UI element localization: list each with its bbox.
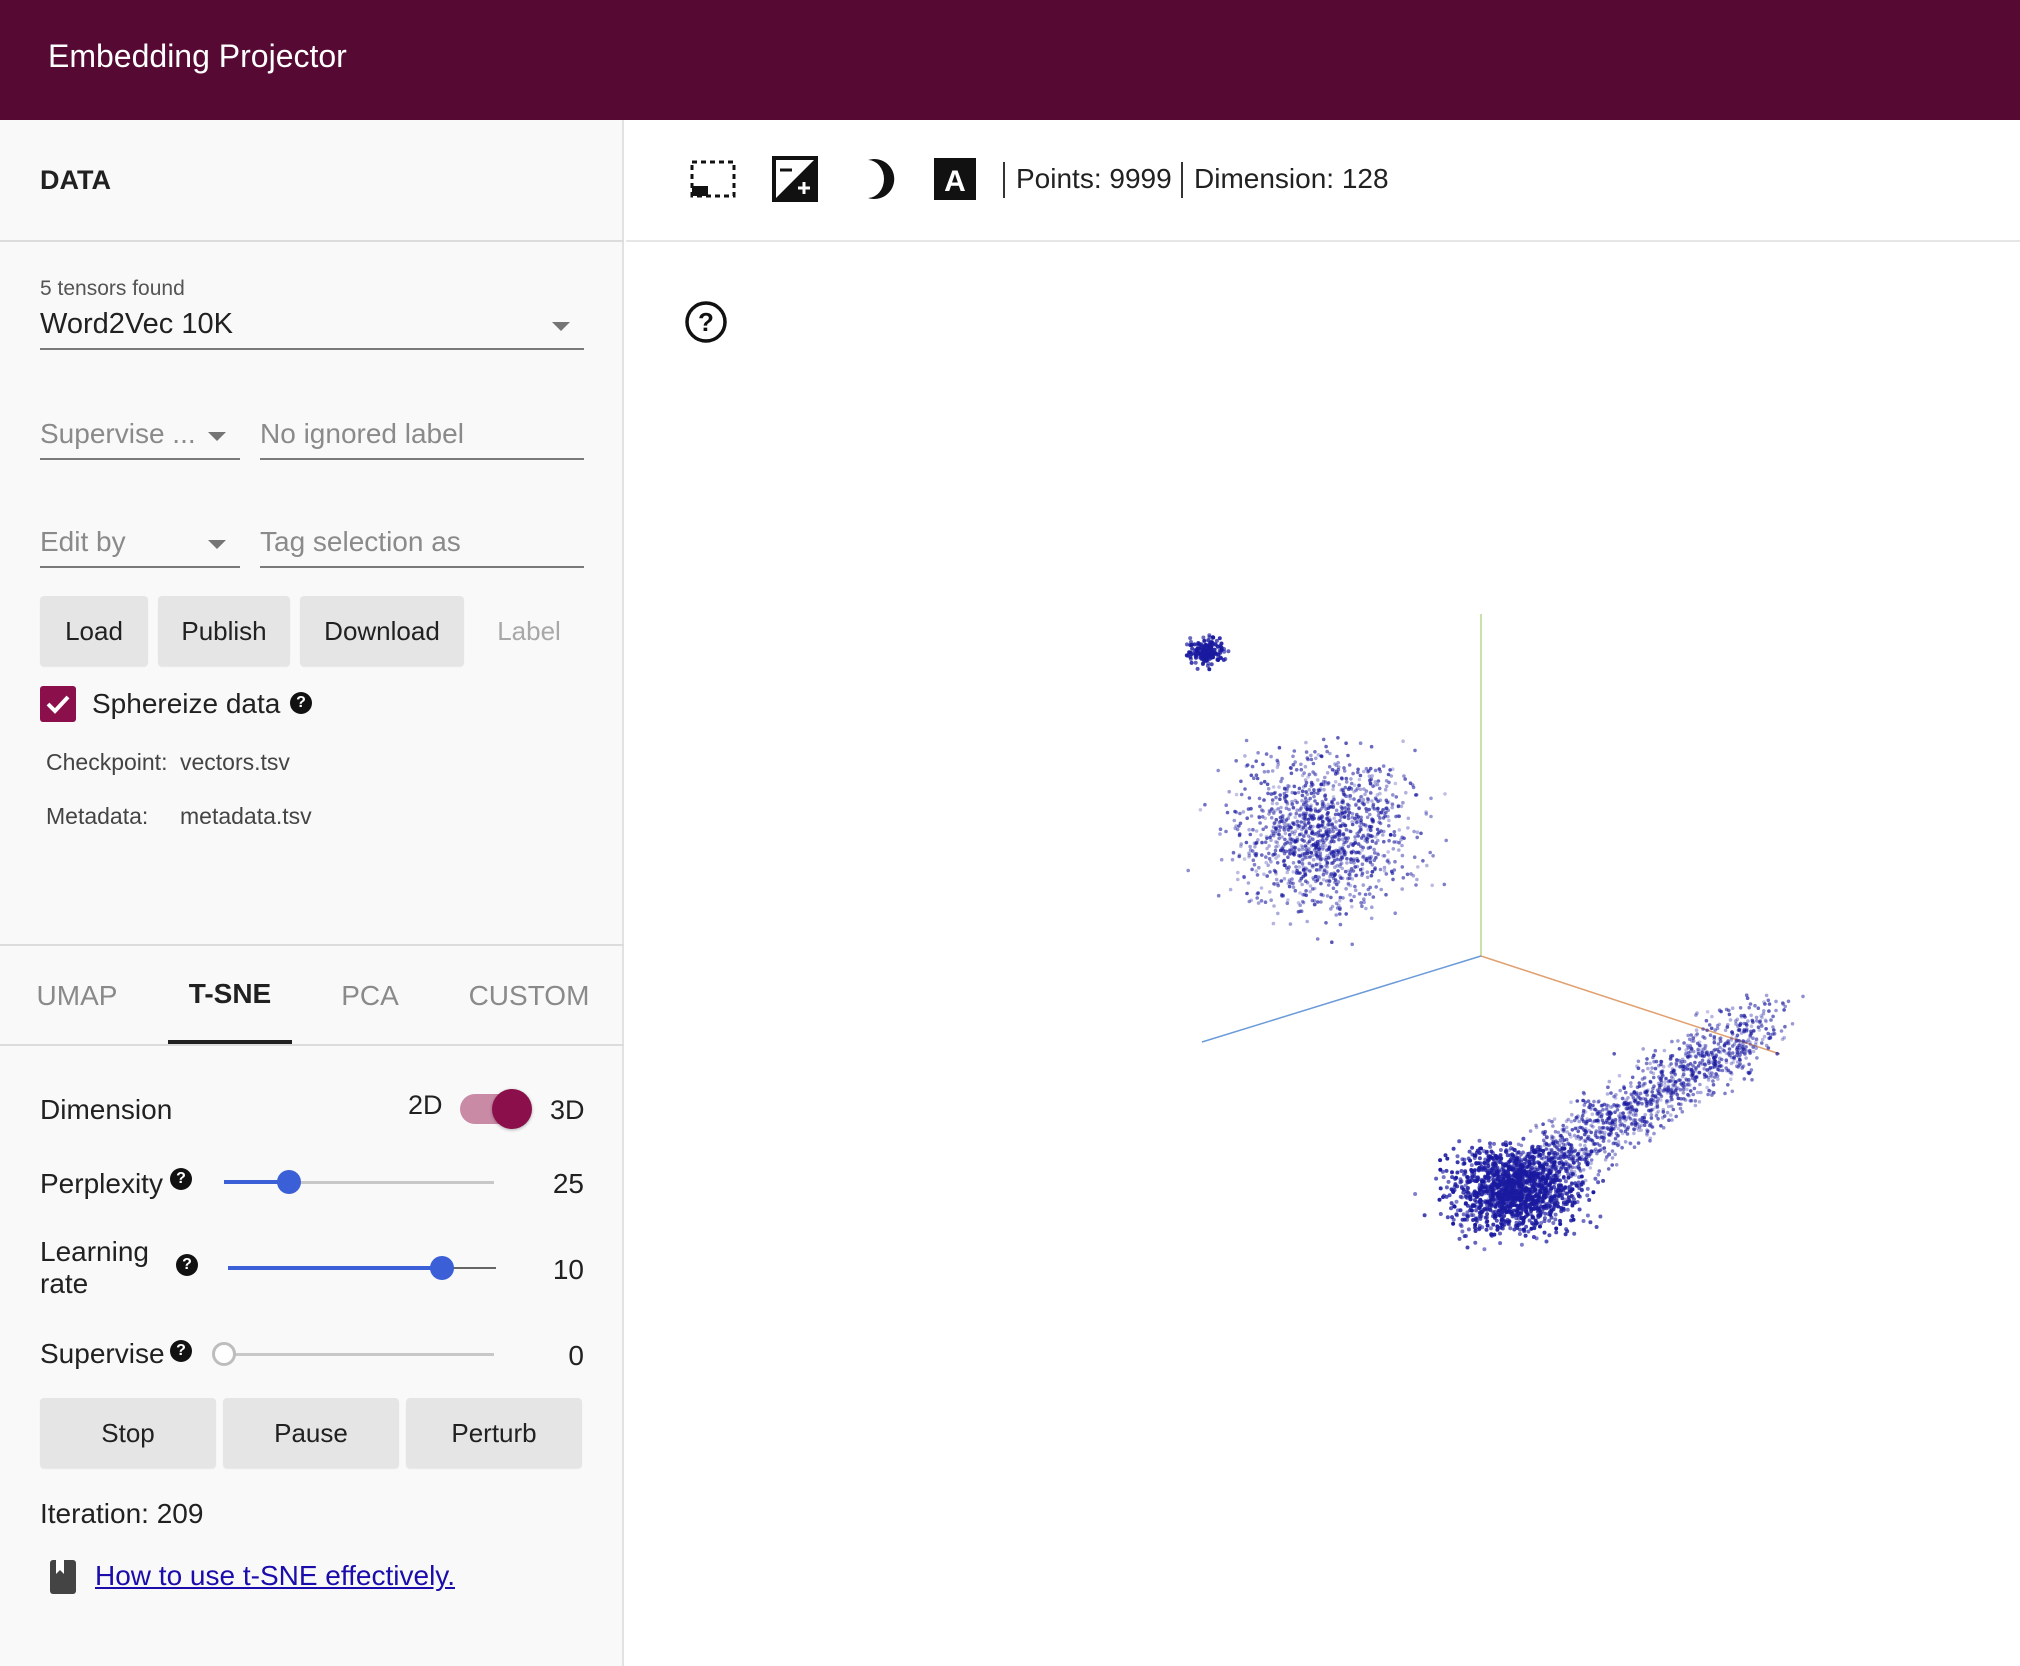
svg-text:A: A <box>944 165 966 198</box>
stop-button[interactable]: Stop <box>40 1398 216 1468</box>
tab-umap[interactable]: UMAP <box>18 980 136 1012</box>
tab-pca[interactable]: PCA <box>324 980 416 1012</box>
divider <box>0 1044 624 1046</box>
selection-box-icon[interactable] <box>690 156 736 202</box>
tab-custom[interactable]: CUSTOM <box>464 980 594 1012</box>
tab-tsne[interactable]: T-SNE <box>168 978 292 1010</box>
points-count: Points: 9999 <box>1016 163 1172 194</box>
sphereize-label: Sphereize data <box>92 688 281 719</box>
dimension-label: Dimension <box>40 1094 173 1125</box>
ignored-label-input[interactable]: No ignored label <box>260 414 584 460</box>
tag-selection-input[interactable]: Tag selection as <box>260 522 584 568</box>
toolbar-separator <box>1181 162 1183 198</box>
help-icon[interactable]: ? <box>290 692 312 714</box>
tag-selection-placeholder: Tag selection as <box>260 526 461 557</box>
tsne-help-link[interactable]: How to use t-SNE effectively. <box>95 1560 455 1592</box>
dimension-toggle-thumb[interactable] <box>492 1089 532 1129</box>
perplexity-slider[interactable] <box>224 1162 494 1202</box>
load-button[interactable]: Load <box>40 596 148 666</box>
supervise-value: 0 <box>568 1340 584 1371</box>
dimension-count: Dimension: 128 <box>1194 163 1389 194</box>
sphereize-checkbox[interactable] <box>40 686 76 722</box>
app-title: Embedding Projector <box>48 38 347 74</box>
learning-rate-label-line1: Learning <box>40 1236 149 1267</box>
data-panel-header: DATA <box>40 165 111 195</box>
metadata-label: Metadata: <box>46 803 149 829</box>
z-axis <box>1201 955 1482 1043</box>
checkpoint-label: Checkpoint: <box>46 749 168 775</box>
chevron-down-icon <box>552 322 570 331</box>
book-icon <box>50 1560 76 1594</box>
ignored-label-placeholder: No ignored label <box>260 418 464 449</box>
learning-rate-label-line2: rate <box>40 1268 89 1299</box>
publish-button[interactable]: Publish <box>158 596 290 666</box>
supervise-label: Supervise <box>40 1338 165 1369</box>
perplexity-value: 25 <box>552 1168 584 1199</box>
night-mode-icon[interactable] <box>772 156 818 202</box>
help-icon[interactable]: ? <box>170 1168 192 1190</box>
dimension-2d-label: 2D <box>408 1090 443 1120</box>
dimension-3d-label: 3D <box>550 1095 585 1125</box>
point-cloud <box>1184 633 1805 1252</box>
toolbar-separator <box>1003 162 1005 198</box>
divider <box>0 944 624 946</box>
supervise-select[interactable]: Supervise ... <box>40 414 240 460</box>
learning-rate-slider[interactable] <box>228 1248 496 1288</box>
supervise-slider[interactable] <box>212 1334 494 1374</box>
learning-rate-value: 10 <box>552 1254 584 1285</box>
checkmark-icon <box>46 695 70 714</box>
download-button[interactable]: Download <box>300 596 464 666</box>
tensor-select-value: Word2Vec 10K <box>40 308 233 340</box>
learning-rate-label: Learning rate <box>40 1236 149 1300</box>
supervise-select-placeholder: Supervise ... <box>40 418 196 449</box>
checkpoint-value: vectors.tsv <box>180 749 290 775</box>
tensor-select[interactable]: Word2Vec 10K <box>40 300 584 350</box>
pause-button[interactable]: Pause <box>223 1398 399 1468</box>
divider <box>0 240 624 242</box>
help-icon[interactable]: ? <box>170 1340 192 1362</box>
embedding-3d-view[interactable] <box>626 242 2020 1666</box>
label-a-icon[interactable]: A <box>932 156 978 202</box>
iteration-counter: Iteration: 209 <box>40 1498 204 1529</box>
perplexity-label: Perplexity <box>40 1168 163 1199</box>
chevron-down-icon <box>208 432 226 441</box>
help-icon[interactable]: ? <box>176 1254 198 1276</box>
edit-by-select[interactable]: Edit by <box>40 522 240 568</box>
perturb-button[interactable]: Perturb <box>406 1398 582 1468</box>
x-axis <box>1480 955 1781 1055</box>
moon-icon[interactable] <box>854 156 900 202</box>
metadata-value: metadata.tsv <box>180 803 312 829</box>
chevron-down-icon <box>208 540 226 549</box>
edit-by-placeholder: Edit by <box>40 526 126 557</box>
label-button[interactable]: Label <box>474 596 584 666</box>
tensors-found-label: 5 tensors found <box>40 277 185 300</box>
